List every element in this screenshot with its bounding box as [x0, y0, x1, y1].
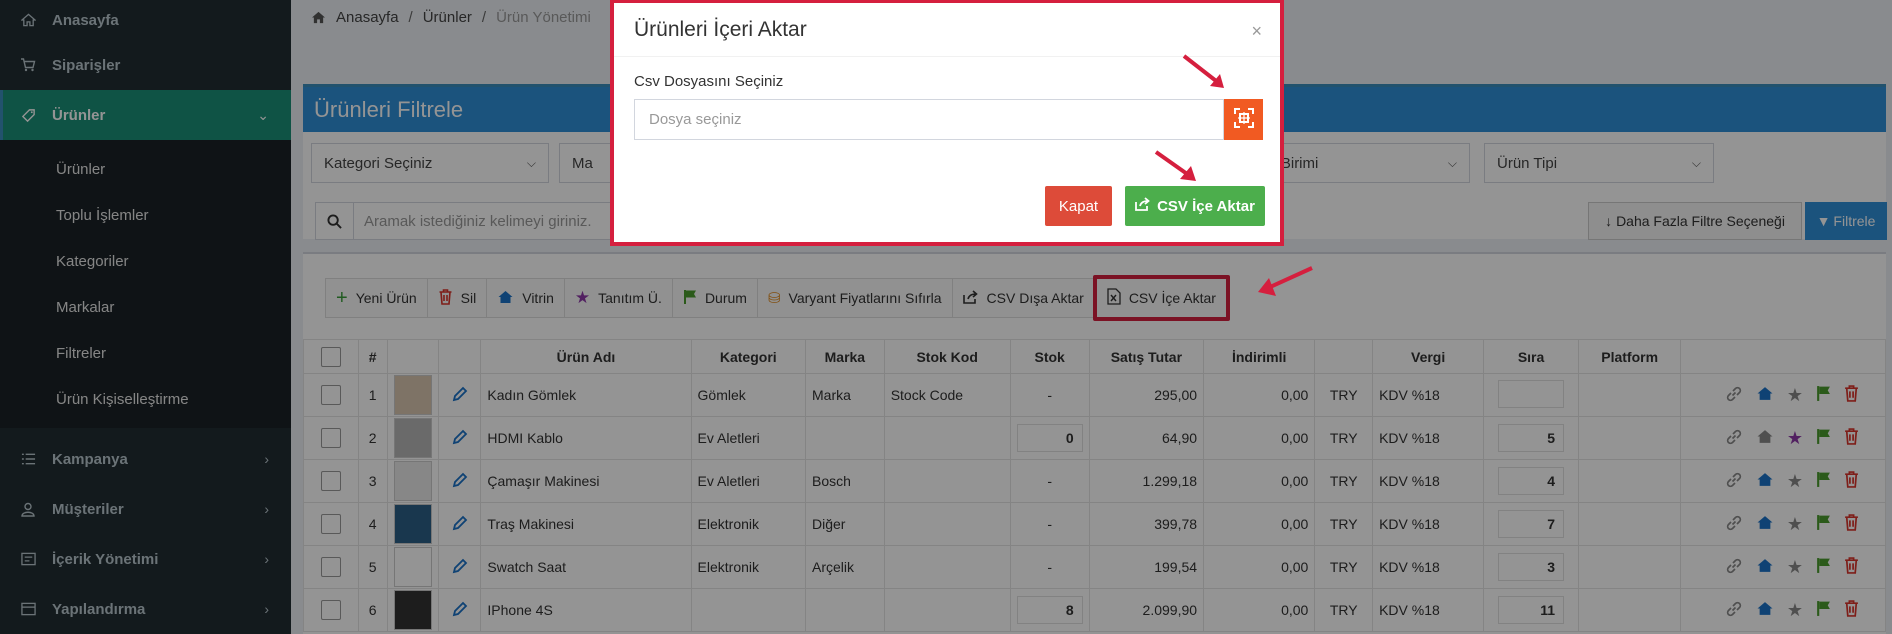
csv-import-submit-button[interactable]: CSV İçe Aktar — [1125, 186, 1265, 226]
import-modal: Ürünleri İçeri Aktar × Csv Dosyasını Seç… — [610, 0, 1284, 246]
modal-title: Ürünleri İçeri Aktar — [634, 17, 807, 41]
browse-file-button[interactable] — [1224, 99, 1263, 140]
modal-header: Ürünleri İçeri Aktar × — [614, 3, 1280, 57]
annotation-arrow-icon — [1154, 150, 1196, 181]
annotation-arrow-icon — [1258, 266, 1313, 296]
close-button[interactable]: Kapat — [1045, 186, 1112, 226]
annotation-arrow-icon — [1182, 54, 1224, 88]
share-icon — [1135, 197, 1151, 215]
file-field-label: Csv Dosyasını Seçiniz — [634, 73, 784, 90]
csv-import-submit-label: CSV İçe Aktar — [1157, 197, 1255, 215]
file-browse-icon — [1233, 107, 1255, 132]
file-input[interactable]: Dosya seçiniz — [634, 99, 1224, 140]
file-input-placeholder: Dosya seçiniz — [649, 111, 742, 128]
close-icon[interactable]: × — [1251, 21, 1262, 42]
